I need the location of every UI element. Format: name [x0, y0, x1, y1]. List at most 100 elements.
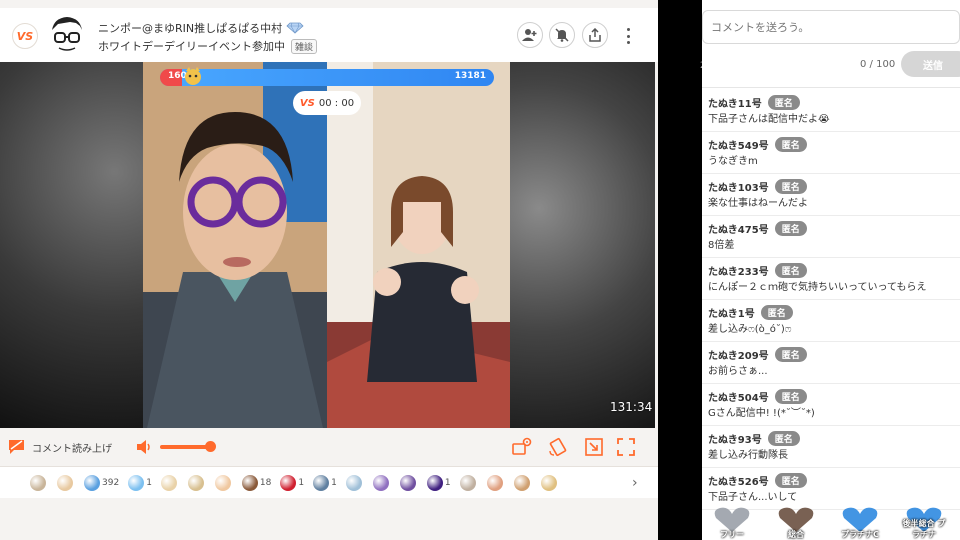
gift-icon	[399, 474, 416, 491]
comment-item[interactable]: たぬき233号 匿名 にんぽー２ｃｍ砲で気持ちいいっていってもらえ	[702, 258, 960, 300]
comment-item[interactable]: たぬき1号 匿名差し込みෆ(ò_ó˘)ෆ	[702, 300, 960, 342]
gift-icon	[214, 474, 231, 491]
vs-timer: VS 00 : 00	[293, 91, 361, 115]
comment-header: たぬき1号 匿名	[708, 305, 954, 320]
gift-item[interactable]: 1	[426, 474, 451, 491]
comment-user[interactable]: たぬき233号	[708, 263, 769, 278]
gift-item[interactable]: 1	[128, 474, 152, 491]
stream-duration: 131:34	[610, 400, 653, 414]
follow-button[interactable]	[517, 22, 543, 48]
comment-user[interactable]: たぬき103号	[708, 179, 769, 194]
notification-off-button[interactable]	[549, 22, 575, 48]
diamond-icon	[286, 22, 304, 34]
rotate-screen-icon[interactable]	[548, 437, 568, 457]
anonymous-badge: 匿名	[767, 431, 800, 446]
gift-icon	[57, 474, 73, 491]
anonymous-badge: 匿名	[774, 221, 807, 236]
gift-icon	[128, 474, 145, 491]
gift-icon	[426, 474, 443, 491]
gift-item[interactable]	[160, 474, 179, 491]
comment-user[interactable]: たぬき475号	[708, 221, 769, 236]
volume-slider-track[interactable]	[160, 445, 210, 449]
volume-slider-handle[interactable]	[205, 441, 216, 452]
gift-item[interactable]: 392	[84, 474, 120, 491]
gift-icon	[313, 474, 330, 491]
comment-item[interactable]: たぬき93号 匿名 差し込み行動隊長	[702, 426, 960, 468]
comment-user[interactable]: たぬき504号	[708, 389, 769, 404]
vs-logo[interactable]: VS	[12, 23, 38, 49]
comment-text: 下品子さんは配信中だよ😭	[708, 114, 830, 125]
comment-item[interactable]: たぬき209号 匿名 お前らさぁ...	[702, 342, 960, 384]
comment-user[interactable]: たぬき1号	[708, 305, 755, 320]
gift-icon	[345, 474, 362, 491]
comment-text: お前らさぁ...	[708, 366, 768, 377]
fullscreen-icon[interactable]	[616, 437, 636, 457]
comment-user[interactable]: たぬき209号	[708, 347, 769, 362]
gift-item[interactable]	[57, 474, 75, 491]
comment-header: たぬき549号 匿名	[708, 137, 954, 152]
gift-next-chevron-icon[interactable]: ›	[632, 475, 638, 491]
gift-item[interactable]	[513, 474, 532, 491]
gift-item[interactable]: 1	[280, 474, 304, 491]
streamer-avatar[interactable]	[46, 14, 88, 58]
right-camera-feed	[327, 62, 510, 428]
gift-count: 18	[259, 477, 272, 488]
anonymous-badge: 匿名	[774, 473, 807, 488]
comment-user[interactable]: たぬき11号	[708, 95, 762, 110]
gift-item[interactable]	[30, 474, 48, 491]
comment-user[interactable]: たぬき526号	[708, 473, 769, 488]
comment-input[interactable]	[702, 10, 960, 44]
quality-settings-icon[interactable]	[512, 437, 532, 457]
gift-count: 392	[102, 477, 120, 488]
comment-item[interactable]: たぬき11号 匿名下品子さんは配信中だよ😭	[702, 90, 960, 132]
picture-in-picture-icon[interactable]	[584, 437, 604, 457]
stream-subtitle: ホワイトデーデイリーイベント参加中 雑談	[98, 38, 318, 54]
gift-icon	[280, 474, 297, 491]
more-menu-button[interactable]	[620, 26, 636, 46]
comment-tts-icon[interactable]	[9, 440, 24, 454]
gift-item[interactable]	[187, 474, 206, 491]
anonymous-badge: 匿名	[767, 95, 800, 110]
comment-header: たぬき11号 匿名	[708, 95, 954, 110]
comment-header: たぬき475号 匿名	[708, 221, 954, 236]
gift-icon	[540, 474, 557, 491]
gift-item[interactable]	[540, 474, 559, 491]
comment-item[interactable]: たぬき103号 匿名 楽な仕事はねーんだよ	[702, 174, 960, 216]
anonymous-badge: 匿名	[774, 179, 807, 194]
comment-tts-label[interactable]: コメント読み上げ	[32, 440, 112, 455]
comment-user[interactable]: たぬき549号	[708, 137, 769, 152]
anonymous-badge: 匿名	[774, 263, 807, 278]
comment-item[interactable]: たぬき504号 匿名 Gさん配信中! !(*˘︶˘*)	[702, 384, 960, 426]
gift-item[interactable]	[214, 474, 233, 491]
comment-list[interactable]: たぬき11号 匿名 下品子さんは配信中だよ😭 たぬき549号 匿名 うなぎきm たぬき103…	[702, 90, 960, 540]
comment-header: たぬき103号 匿名	[708, 179, 954, 194]
category-tag[interactable]: 雑談	[291, 38, 318, 54]
bottom-area	[0, 498, 658, 540]
gift-item[interactable]	[399, 474, 418, 491]
comment-divider	[702, 87, 960, 88]
volume-icon[interactable]	[135, 438, 153, 456]
comment-item[interactable]: たぬき475号 匿名 8倍差	[702, 216, 960, 258]
comment-header: たぬき233号 匿名	[708, 263, 954, 278]
comment-user[interactable]: たぬき93号	[708, 431, 762, 446]
send-button[interactable]: 送信	[901, 51, 960, 77]
gift-item[interactable]: 18	[241, 474, 272, 491]
video-blur-right	[510, 62, 655, 428]
gift-item[interactable]: 1	[313, 474, 337, 491]
comment-text: 差し込みෆ(ò_ó˘)ෆ	[708, 324, 792, 335]
left-camera-feed	[143, 62, 327, 428]
share-button[interactable]	[582, 22, 608, 48]
streamer-title[interactable]: ニンポー@まゆRIN推しぱるぱる中村	[98, 20, 304, 36]
gift-item[interactable]	[345, 474, 364, 491]
video-player[interactable]: 160 13181 VS 00 : 00 131:34	[0, 62, 655, 428]
gift-item[interactable]	[486, 474, 505, 491]
battle-progress-bar: 160 13181	[160, 67, 494, 86]
anonymous-badge: 匿名	[774, 347, 807, 362]
gift-item[interactable]	[459, 474, 478, 491]
stream-header: VS ニンポー@まゆRIN推しぱるぱる中村 ホワイトデーデイリーイベント参加中 …	[0, 8, 658, 62]
gift-item[interactable]	[372, 474, 391, 491]
comment-item[interactable]: たぬき549号 匿名 うなぎきm	[702, 132, 960, 174]
comment-header: たぬき209号 匿名	[708, 347, 954, 362]
gift-count: 1	[444, 477, 451, 488]
comment-item[interactable]: たぬき526号 匿名 下品子さん...いして	[702, 468, 960, 510]
